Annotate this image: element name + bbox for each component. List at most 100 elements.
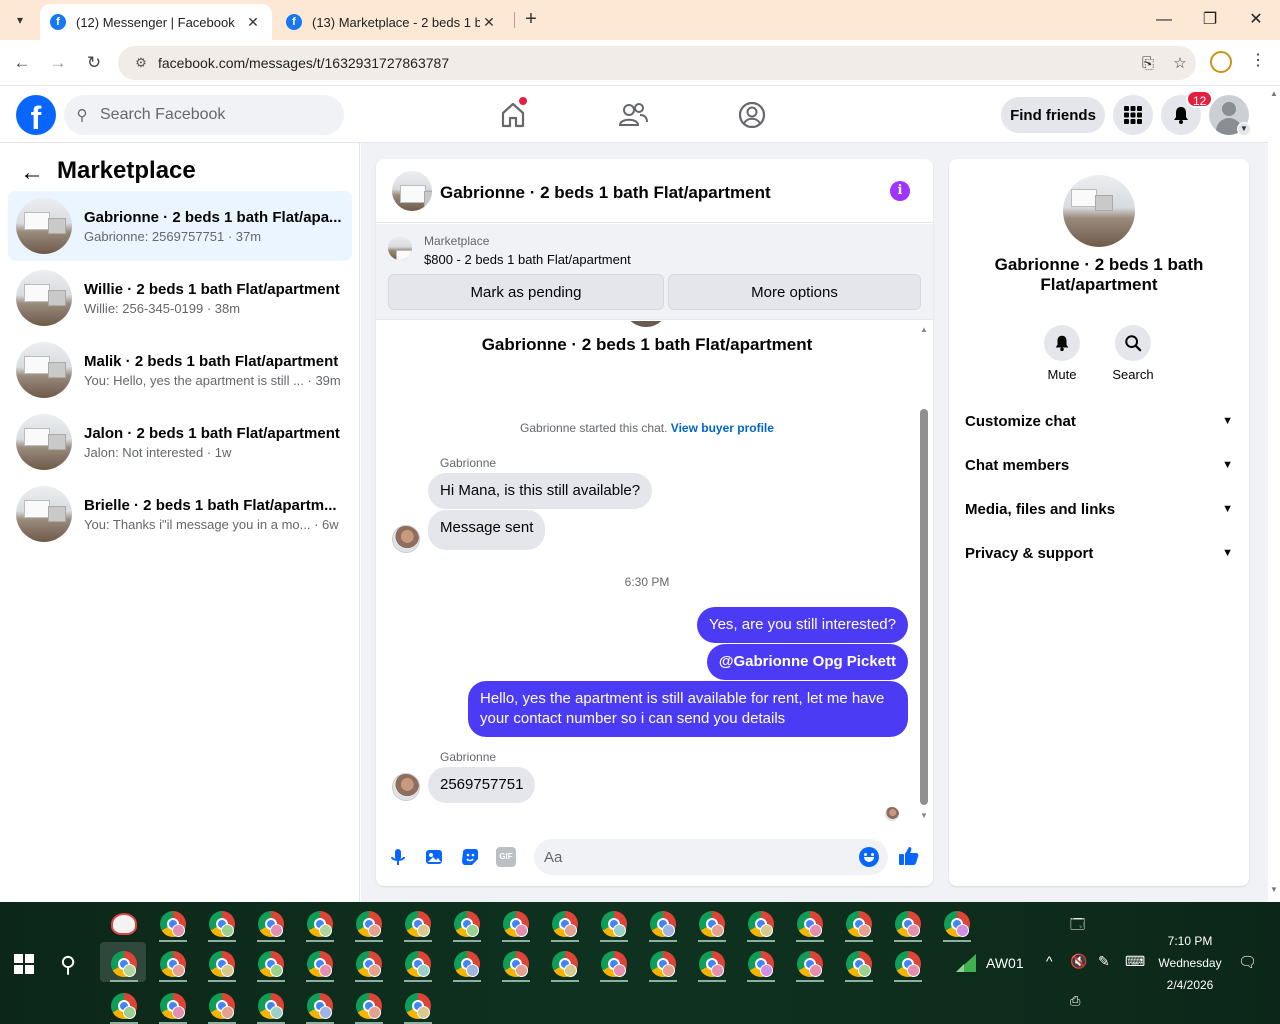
incoming-message[interactable]: Message sent xyxy=(428,510,546,550)
close-tab-icon[interactable]: ✕ xyxy=(480,14,498,31)
chevron-up-icon[interactable]: ^ xyxy=(1046,953,1053,969)
paint-app-icon[interactable] xyxy=(111,913,137,935)
friends-icon[interactable] xyxy=(617,99,649,131)
search-input[interactable] xyxy=(100,106,320,124)
page-scrollbar[interactable]: ▲ ▼ xyxy=(1268,87,1280,902)
scroll-up-icon[interactable]: ▲ xyxy=(1270,89,1278,98)
mute-button[interactable]: Mute xyxy=(1032,325,1092,382)
conversation-item[interactable]: Jalon · 2 beds 1 bath Flat/apartment Jal… xyxy=(8,407,352,477)
scroll-down-icon[interactable]: ▼ xyxy=(920,811,928,820)
taskbar-search-icon[interactable]: ⚲ xyxy=(60,952,76,978)
chrome-profile-app-icon[interactable] xyxy=(601,911,627,937)
listing-price-title[interactable]: $800 - 2 beds 1 bath Flat/apartment xyxy=(424,252,631,267)
emoji-icon[interactable] xyxy=(859,847,879,867)
scroll-down-icon[interactable]: ▼ xyxy=(1270,885,1278,894)
chrome-profile-app-icon[interactable] xyxy=(748,951,774,977)
close-window-button[interactable]: ✕ xyxy=(1244,8,1268,32)
chrome-profile-app-icon[interactable] xyxy=(209,951,235,977)
chrome-profile-app-icon[interactable] xyxy=(258,951,284,977)
search-icon[interactable] xyxy=(1115,325,1151,361)
chrome-profile-app-icon[interactable] xyxy=(160,993,186,1019)
menu-grid-icon[interactable] xyxy=(1113,95,1153,135)
chrome-profile-app-icon[interactable] xyxy=(111,993,137,1019)
chrome-profile-app-icon[interactable] xyxy=(160,951,186,977)
chrome-profile-app-icon[interactable] xyxy=(650,951,676,977)
chrome-profile-app-icon[interactable] xyxy=(356,993,382,1019)
outgoing-message[interactable]: Yes, are you still interested? xyxy=(696,607,908,643)
device-icon[interactable]: ⎙ xyxy=(1070,993,1080,1009)
chrome-profile-app-icon[interactable] xyxy=(846,911,872,937)
chrome-profile-app-icon[interactable] xyxy=(797,911,823,937)
search-in-chat-button[interactable]: Search xyxy=(1103,325,1163,382)
bell-icon[interactable] xyxy=(1044,325,1080,361)
chrome-profile-app-icon[interactable] xyxy=(454,951,480,977)
chat-title[interactable]: Gabrionne · 2 beds 1 bath Flat/apartment xyxy=(440,183,771,203)
chrome-profile-app-icon[interactable] xyxy=(650,911,676,937)
tab-messenger[interactable]: f (12) Messenger | Facebook ✕ xyxy=(40,4,272,40)
keyboard-icon[interactable]: ⌨ xyxy=(1125,953,1145,970)
chrome-profile-app-icon[interactable] xyxy=(503,911,529,937)
message-input-wrapper[interactable] xyxy=(534,839,888,875)
chevron-down-icon[interactable]: ▼ xyxy=(1237,122,1251,136)
url-text[interactable]: facebook.com/messages/t/1632931727863787 xyxy=(156,55,1132,71)
more-options-button[interactable]: More options xyxy=(668,274,921,310)
chrome-profile-app-icon[interactable] xyxy=(748,911,774,937)
customize-chat-row[interactable]: Customize chat ▼ xyxy=(957,401,1241,441)
chat-avatar[interactable] xyxy=(1063,175,1135,247)
chrome-profile-app-icon[interactable] xyxy=(503,951,529,977)
info-icon[interactable]: i xyxy=(890,181,910,201)
minimize-button[interactable]: — xyxy=(1152,8,1176,32)
chrome-profile-app-icon[interactable] xyxy=(405,993,431,1019)
chrome-profile-app-icon[interactable] xyxy=(356,951,382,977)
chrome-profile-app-icon[interactable] xyxy=(454,911,480,937)
chrome-profile-app-icon[interactable] xyxy=(405,911,431,937)
message-input[interactable] xyxy=(544,847,844,867)
conversation-item[interactable]: Brielle · 2 beds 1 bath Flat/apartm... Y… xyxy=(8,479,352,549)
chrome-profile-app-icon[interactable] xyxy=(846,951,872,977)
chrome-profile-app-icon[interactable] xyxy=(209,911,235,937)
incoming-message[interactable]: 2569757751 xyxy=(428,767,536,803)
mark-as-pending-button[interactable]: Mark as pending xyxy=(388,274,664,310)
pen-icon[interactable]: ✎ xyxy=(1098,953,1110,970)
outgoing-message[interactable]: Hello, yes the apartment is still availa… xyxy=(468,681,908,737)
find-friends-button[interactable]: Find friends xyxy=(1001,97,1105,133)
tab-search-chevron-icon[interactable]: ▾ xyxy=(8,8,32,32)
volume-muted-icon[interactable]: 🔇 xyxy=(1070,953,1087,970)
outgoing-mention[interactable]: @Gabrionne Opg Pickett xyxy=(706,644,908,680)
notification-center-icon[interactable]: 🗨 xyxy=(1238,953,1257,971)
chrome-profile-app-icon[interactable] xyxy=(944,911,970,937)
chat-scrollbar[interactable]: ▲ ▼ xyxy=(918,325,928,820)
chrome-profile-app-icon[interactable] xyxy=(895,951,921,977)
chrome-profile-app-icon[interactable] xyxy=(307,951,333,977)
chrome-profile-app-icon[interactable] xyxy=(258,993,284,1019)
incoming-message[interactable]: Hi Mana, is this still available? xyxy=(428,473,653,509)
bookmark-star-icon[interactable]: ☆ xyxy=(1164,54,1196,72)
privacy-support-row[interactable]: Privacy & support ▼ xyxy=(957,533,1241,573)
chrome-profile-app-icon[interactable] xyxy=(552,951,578,977)
taskbar-clock[interactable]: 7:10 PM Wednesday 2/4/2026 xyxy=(1150,930,1230,996)
chrome-profile-app-icon[interactable] xyxy=(797,951,823,977)
back-icon[interactable]: ← xyxy=(10,51,34,75)
chrome-profile-app-icon[interactable] xyxy=(356,911,382,937)
chrome-profile-app-icon[interactable] xyxy=(699,911,725,937)
conversation-item[interactable]: Malik · 2 beds 1 bath Flat/apartment You… xyxy=(8,335,352,405)
close-tab-icon[interactable]: ✕ xyxy=(244,14,262,31)
chrome-profile-app-icon[interactable] xyxy=(405,951,431,977)
sticker-icon[interactable] xyxy=(460,847,480,867)
chat-members-row[interactable]: Chat members ▼ xyxy=(957,445,1241,485)
gif-icon[interactable]: GIF xyxy=(496,847,516,867)
chrome-profile-app-icon[interactable] xyxy=(307,993,333,1019)
forward-icon[interactable]: → xyxy=(46,51,70,75)
network-signal-icon[interactable] xyxy=(954,952,978,977)
facebook-search[interactable]: ⚲ xyxy=(64,95,344,135)
menu-kebab-icon[interactable]: ⋮ xyxy=(1248,50,1268,74)
chrome-profile-app-icon[interactable] xyxy=(258,911,284,937)
chrome-profile-app-icon[interactable] xyxy=(160,911,186,937)
listing-thumbnail[interactable] xyxy=(392,171,432,211)
site-settings-icon[interactable]: ⚙ xyxy=(126,55,156,71)
windows-start-icon[interactable] xyxy=(14,954,34,974)
view-buyer-profile-link[interactable]: View buyer profile xyxy=(671,421,774,435)
photo-icon[interactable] xyxy=(424,847,444,867)
chrome-profile-app-icon[interactable] xyxy=(307,911,333,937)
facebook-logo-icon[interactable]: f xyxy=(16,95,56,135)
